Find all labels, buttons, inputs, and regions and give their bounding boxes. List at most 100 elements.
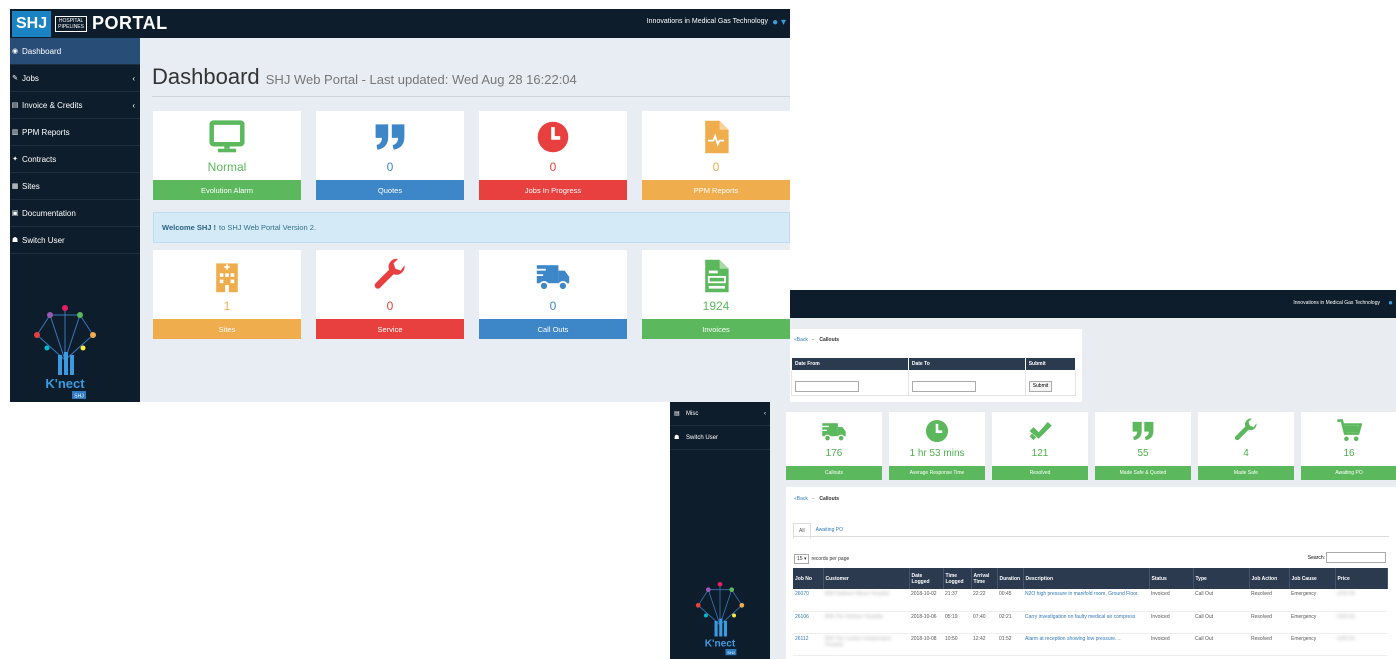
shj-portal-logo[interactable]: SHJ HOSPITAL PIPELINES PORTAL: [10, 9, 168, 38]
cell-description[interactable]: Alarm at reception showing low pressure.…: [1023, 633, 1149, 656]
wrench-icon: [316, 258, 464, 294]
tile-label: Call Outs: [479, 319, 627, 339]
stat-made-safe-quoted[interactable]: 55 Made Safe & Quoted: [1095, 412, 1191, 480]
tile-call-outs[interactable]: 0 Call Outs: [479, 250, 627, 339]
logo-shj: SHJ: [12, 10, 52, 37]
cell-description[interactable]: Carry investigation on faulty medical ai…: [1023, 611, 1149, 634]
column-header-time-logged[interactable]: Time Logged: [943, 568, 972, 589]
pulse-file-icon: [642, 119, 790, 155]
sidebar-item-ppm-reports[interactable]: ▥ PPM Reports: [10, 119, 140, 146]
per-page-select[interactable]: 15 ▾: [794, 554, 810, 564]
column-header-job-action[interactable]: Job Action: [1249, 568, 1290, 589]
cell-job-no[interactable]: 26106: [793, 611, 823, 634]
tile-quotes[interactable]: 0 Quotes: [316, 111, 464, 200]
stat-made-safe[interactable]: 4 Made Safe: [1198, 412, 1294, 480]
breadcrumb-separator: -: [812, 337, 814, 343]
tile-invoices[interactable]: 1924 Invoices: [642, 250, 790, 339]
sidebar-item-misc[interactable]: ▤ Misc ‹: [670, 402, 770, 426]
filter-panel: «Back - Callouts Date From Date To Submi…: [786, 329, 1082, 402]
cell-date-logged: 2018-10-02: [909, 589, 943, 612]
sidebar-item-documentation[interactable]: ▣ Documentation: [10, 200, 140, 227]
sidebar-item-switch-user[interactable]: ☗ Switch User: [670, 426, 770, 450]
submit-button[interactable]: Submit: [1028, 380, 1053, 392]
sidebar-item-label: Misc: [686, 410, 699, 417]
breadcrumb: «Back - Callouts: [794, 337, 839, 343]
column-header-description[interactable]: Description: [1023, 568, 1150, 589]
back-link[interactable]: «Back: [794, 496, 808, 502]
tile-label: Service: [316, 319, 464, 339]
dashboard-topbar: SHJ HOSPITAL PIPELINES PORTAL Innovation…: [10, 9, 790, 38]
date-to-input[interactable]: [911, 380, 976, 392]
file-icon: ▤: [11, 102, 19, 109]
stat-average-response-time[interactable]: 1 hr 53 mins Average Response Time: [889, 412, 985, 480]
wrench-icon: ✎: [12, 75, 18, 82]
stat-resolved[interactable]: 121 Resolved: [992, 412, 1088, 480]
table-row[interactable]: 26070 BMI Hadham Manor Hospital 2018-10-02…: [793, 589, 1387, 612]
cell-duration: 02:21: [997, 611, 1023, 634]
user-icon[interactable]: ● ▾: [772, 17, 786, 28]
column-header-date-logged[interactable]: Date Logged: [909, 568, 944, 589]
sidebar-item-invoice-credits[interactable]: ▤ Invoice & Credits ‹: [10, 92, 140, 119]
table-row[interactable]: 26106 BMI The Harbour Hospital 2018-10-06 0…: [793, 611, 1387, 634]
back-link[interactable]: «Back: [794, 337, 808, 343]
tile-value: 0: [712, 160, 720, 174]
column-header-job-no[interactable]: Job No: [793, 568, 824, 589]
users-icon: ☗: [11, 237, 19, 244]
user-icon[interactable]: ●: [1388, 298, 1393, 307]
sidebar-item-contracts[interactable]: ✦ Contracts: [10, 146, 140, 173]
search-input[interactable]: [1326, 552, 1386, 563]
sidebar-item-jobs[interactable]: ✎ Jobs ‹: [10, 65, 140, 92]
stat-callouts[interactable]: 176 Callouts: [786, 412, 882, 480]
column-header-customer[interactable]: Customer: [823, 568, 910, 589]
date-filter-table: Date From Date To Submit Submit: [791, 357, 1077, 396]
knect-sub-label: SHJ: [727, 650, 734, 655]
tile-evolution-alarm[interactable]: Normal Evolution Alarm: [153, 111, 301, 200]
sidebar-item-sites[interactable]: ▦ Sites: [10, 173, 140, 200]
sidebar-item-switch-user[interactable]: ☗ Switch User: [10, 227, 140, 254]
cell-job-cause: Emergency: [1289, 611, 1335, 634]
column-header-duration[interactable]: Duration: [997, 568, 1024, 589]
table-row[interactable]: 26112 BMI The London Independent Hospital…: [793, 633, 1387, 656]
building-icon: ▦: [11, 183, 19, 190]
cell-job-no[interactable]: 26112: [793, 633, 823, 656]
chevron-left-icon: ‹: [764, 410, 766, 417]
cell-price: £350.00: [1335, 633, 1387, 656]
column-header-price[interactable]: Price: [1335, 568, 1388, 589]
column-header-job-cause[interactable]: Job Cause: [1289, 568, 1336, 589]
cell-job-action: Resolved: [1249, 589, 1289, 612]
tile-ppm-reports[interactable]: 0 PPM Reports: [642, 111, 790, 200]
tile-label: Evolution Alarm: [153, 180, 301, 200]
date-from-input[interactable]: [795, 380, 859, 392]
wrench-icon: [1198, 418, 1294, 444]
sidebar-item-label: Dashboard: [22, 46, 62, 56]
tile-sites[interactable]: 1 Sites: [153, 250, 301, 339]
cell-description[interactable]: N2O high pressure in manifold room, Grou…: [1023, 589, 1149, 612]
knect-logo: K'nect SHJ: [695, 581, 745, 656]
stat-value: 176: [825, 448, 843, 459]
tile-value: 0: [549, 299, 557, 313]
date-to-cell: [907, 370, 1026, 396]
submit-cell: Submit: [1024, 370, 1077, 396]
page-title-text: Dashboard: [152, 64, 260, 89]
cell-job-no[interactable]: 26070: [793, 589, 823, 612]
knect-label: K'nect: [705, 639, 736, 650]
cell-date-logged: 2018-10-08: [909, 633, 943, 656]
cell-job-cause: Emergency: [1289, 589, 1335, 612]
column-header-type[interactable]: Type: [1193, 568, 1250, 589]
dashboard-sidebar: ◉ Dashboard ✎ Jobs ‹ ▤ Invoice & Credits ‹ ▥ PPM …: [10, 38, 140, 402]
tile-service[interactable]: 0 Service: [316, 250, 464, 339]
cell-arrival-time: 22:22: [971, 589, 997, 612]
column-header-arrival-time[interactable]: Arrival Time: [971, 568, 998, 589]
cell-job-action: Resolved: [1249, 633, 1289, 656]
cell-time-logged: 10:50: [943, 633, 971, 656]
date-to-header: Date To: [907, 357, 1026, 371]
cell-type: Call Out: [1193, 589, 1249, 612]
truck-icon: [479, 258, 627, 294]
stat-label: Awaiting PO: [1301, 466, 1396, 480]
sidebar-item-label: Switch User: [22, 235, 65, 245]
column-header-status[interactable]: Status: [1149, 568, 1194, 589]
cell-duration: 00:45: [997, 589, 1023, 612]
stat-awaiting-po[interactable]: 16 Awaiting PO: [1301, 412, 1396, 480]
tile-jobs-in-progress[interactable]: 0 Jobs In Progress: [479, 111, 627, 200]
sidebar-item-dashboard[interactable]: ◉ Dashboard: [10, 38, 140, 65]
